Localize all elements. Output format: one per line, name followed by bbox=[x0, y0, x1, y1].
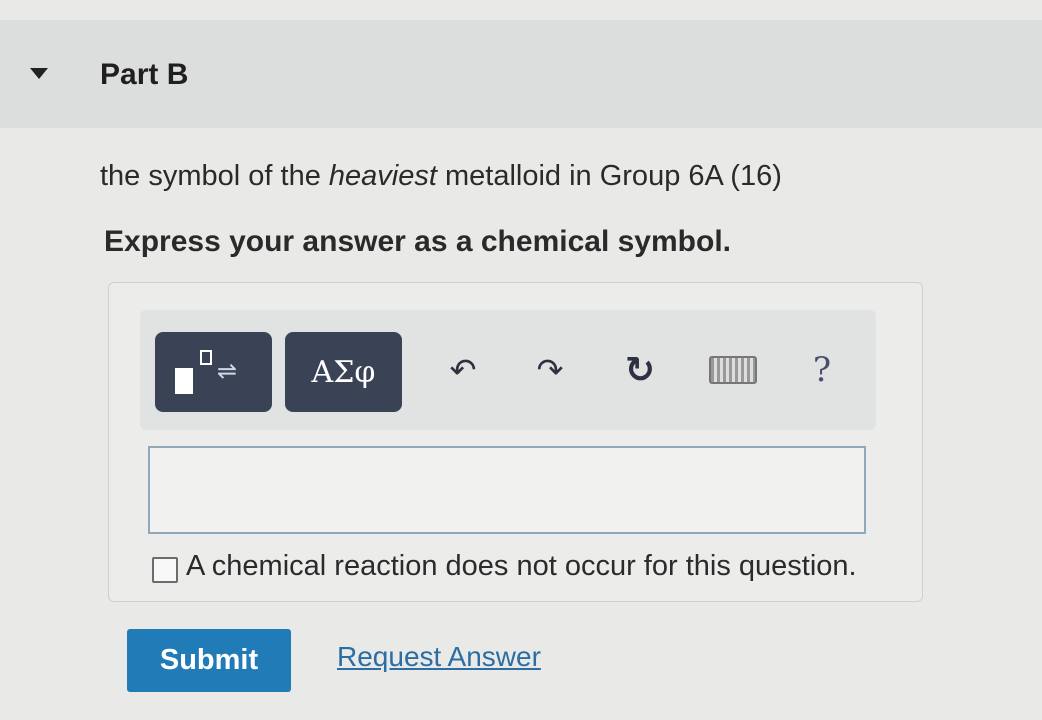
request-answer-link[interactable]: Request Answer bbox=[337, 641, 541, 673]
question-before: the symbol of the bbox=[100, 160, 329, 192]
no-reaction-checkbox[interactable] bbox=[152, 557, 178, 583]
part-title: Part B bbox=[100, 58, 189, 91]
template-box-icon bbox=[175, 368, 193, 394]
no-reaction-label: A chemical reaction does not occur for t… bbox=[186, 550, 857, 582]
keyboard-shape bbox=[709, 356, 757, 384]
template-button[interactable]: ⇌ bbox=[155, 332, 272, 412]
question-after: metalloid in Group 6A (16) bbox=[436, 160, 782, 192]
redo-icon[interactable]: ↷ bbox=[525, 345, 575, 395]
equilibrium-arrows-icon: ⇌ bbox=[217, 357, 238, 385]
question-emphasis: heaviest bbox=[328, 160, 437, 192]
answer-input[interactable] bbox=[148, 446, 866, 534]
question-text: the symbol of the heaviest metalloid in … bbox=[100, 160, 782, 193]
instruction-text: Express your answer as a chemical symbol… bbox=[104, 225, 731, 258]
help-icon[interactable]: ? bbox=[797, 345, 847, 395]
keyboard-icon[interactable] bbox=[708, 345, 758, 395]
undo-icon[interactable]: ↶ bbox=[438, 345, 488, 395]
collapse-caret-icon[interactable] bbox=[30, 68, 48, 79]
greek-symbols-button[interactable]: ΑΣφ bbox=[285, 332, 402, 412]
template-superscript-icon bbox=[200, 350, 212, 365]
reset-icon[interactable]: ↻ bbox=[615, 345, 665, 395]
submit-button[interactable]: Submit bbox=[127, 629, 291, 692]
